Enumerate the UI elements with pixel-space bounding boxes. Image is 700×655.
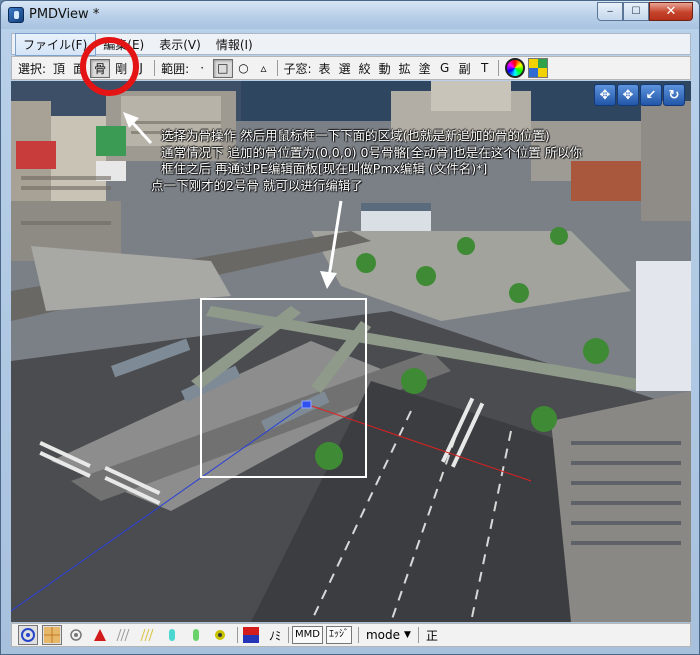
bone-display-toggle[interactable] bbox=[162, 625, 182, 645]
annotation-line: 框住之后 再通过PE编辑面板[现在叫做Pmx编辑 (文件名)*] bbox=[161, 161, 488, 176]
subwindow-t-button[interactable]: T bbox=[476, 59, 494, 78]
color-palette-icon[interactable] bbox=[527, 58, 548, 78]
select-vertex-button[interactable]: 頂 bbox=[50, 59, 68, 78]
kana-toggle-label[interactable]: ﾉﾐ bbox=[265, 627, 285, 644]
3d-viewport[interactable]: ✥ ✥ ↙ ↻ 选择为骨操作 然后用鼠标框一下下面的区域(也就是新追加的骨的位置… bbox=[11, 81, 691, 622]
mode-dropdown[interactable]: mode ▼ bbox=[362, 628, 415, 642]
rotate-icon[interactable]: ↻ bbox=[663, 84, 685, 106]
zoom-icon[interactable]: ↙ bbox=[640, 84, 662, 106]
subwindow-scale-button[interactable]: 拡 bbox=[396, 59, 414, 78]
edge-toggle[interactable]: ｴｯｼﾞ bbox=[325, 626, 352, 644]
annotation-line: 通常情况下 追加的骨位置为(0,0,0) 0号骨骼[全动骨]也是在这个位置 所以… bbox=[161, 144, 583, 160]
subwindow-filter-button[interactable]: 絞 bbox=[356, 59, 374, 78]
subwindow-label: 子窓: bbox=[283, 61, 312, 76]
close-button[interactable]: ✕ bbox=[649, 2, 693, 21]
subwindow-sub-button[interactable]: 副 bbox=[456, 59, 474, 78]
joint-icon bbox=[215, 630, 225, 640]
window-controls: ‒ ☐ ✕ bbox=[597, 2, 693, 21]
app-icon bbox=[8, 7, 24, 23]
uv-display-toggle[interactable] bbox=[138, 625, 158, 645]
target-icon bbox=[21, 628, 35, 642]
chevron-down-icon: ▼ bbox=[404, 630, 411, 640]
highlight-circle bbox=[80, 37, 139, 96]
green-pill-icon bbox=[193, 629, 199, 641]
subwindow-paint-button[interactable]: 塗 bbox=[416, 59, 434, 78]
statusbar-separator bbox=[237, 627, 238, 643]
color-swap-toggle[interactable] bbox=[241, 625, 261, 645]
status-bar: ﾉﾐ MMD ｴｯｼﾞ mode ▼ 正 bbox=[11, 623, 691, 647]
triangle-display-toggle[interactable] bbox=[90, 625, 110, 645]
mode-label: mode bbox=[365, 628, 401, 642]
red-triangle-icon bbox=[94, 629, 106, 641]
mmd-toggle[interactable]: MMD bbox=[292, 626, 323, 644]
joint-display-toggle[interactable] bbox=[210, 625, 230, 645]
menu-view[interactable]: 表示(V) bbox=[152, 34, 209, 55]
subwindow-select-button[interactable]: 選 bbox=[336, 59, 354, 78]
range-triangle-button[interactable]: ▵ bbox=[255, 59, 273, 78]
subwindow-table-button[interactable]: 表 bbox=[316, 59, 334, 78]
minimize-button[interactable]: ‒ bbox=[597, 2, 623, 21]
camera-nav-tools: ✥ ✥ ↙ ↻ bbox=[594, 84, 685, 106]
toolbar-separator bbox=[154, 60, 156, 76]
range-point-button[interactable]: · bbox=[193, 59, 211, 78]
select-mode-label: 選択: bbox=[18, 61, 47, 76]
menu-info[interactable]: 情報(I) bbox=[209, 34, 261, 55]
texture-display-toggle[interactable] bbox=[42, 625, 62, 645]
title-bar[interactable]: PMDView * ‒ ☐ ✕ bbox=[1, 1, 699, 29]
maximize-button[interactable]: ☐ bbox=[623, 2, 649, 21]
color-wheel-icon[interactable] bbox=[504, 58, 525, 78]
range-rect-button[interactable]: □ bbox=[213, 58, 233, 78]
toolbar-separator bbox=[497, 60, 499, 76]
statusbar-separator bbox=[288, 627, 290, 643]
rigidbody-display-toggle[interactable] bbox=[186, 625, 206, 645]
annotation-line: 点一下刚才的2号骨 就可以进行编辑了 bbox=[151, 177, 363, 193]
yellow-hatch-icon bbox=[140, 628, 154, 642]
normal-display-toggle[interactable] bbox=[114, 625, 134, 645]
window-title: PMDView * bbox=[29, 7, 100, 22]
annotation-line: 选择为骨操作 然后用鼠标框一下下面的区域(也就是新追加的骨的位置) bbox=[161, 128, 550, 143]
statusbar-separator bbox=[357, 627, 359, 643]
wire-display-toggle[interactable] bbox=[66, 625, 86, 645]
pan-icon[interactable]: ✥ bbox=[594, 84, 616, 106]
range-label: 範囲: bbox=[161, 61, 190, 76]
subwindow-move-button[interactable]: 動 bbox=[376, 59, 394, 78]
subwindow-g-button[interactable]: G bbox=[436, 59, 454, 78]
selection-box-annotation bbox=[200, 298, 367, 478]
circle-dot-icon bbox=[70, 629, 82, 641]
cyan-pill-icon bbox=[169, 629, 175, 641]
color-swap-icon bbox=[243, 627, 259, 643]
pmdview-window: PMDView * ‒ ☐ ✕ ファイル(F) 編集(E) 表示(V) 情報(I… bbox=[0, 0, 700, 655]
range-circle-button[interactable]: ○ bbox=[235, 59, 253, 78]
texture-icon bbox=[44, 627, 60, 643]
move-icon[interactable]: ✥ bbox=[617, 84, 639, 106]
toolbar-separator bbox=[276, 60, 278, 76]
vertex-display-toggle[interactable] bbox=[18, 625, 38, 645]
hatch-icon bbox=[116, 628, 130, 642]
front-view-button[interactable]: 正 bbox=[422, 627, 442, 644]
tutorial-annotation: 选择为骨操作 然后用鼠标框一下下面的区域(也就是新追加的骨的位置) 通常情况下 … bbox=[151, 128, 691, 194]
statusbar-separator bbox=[417, 627, 419, 643]
